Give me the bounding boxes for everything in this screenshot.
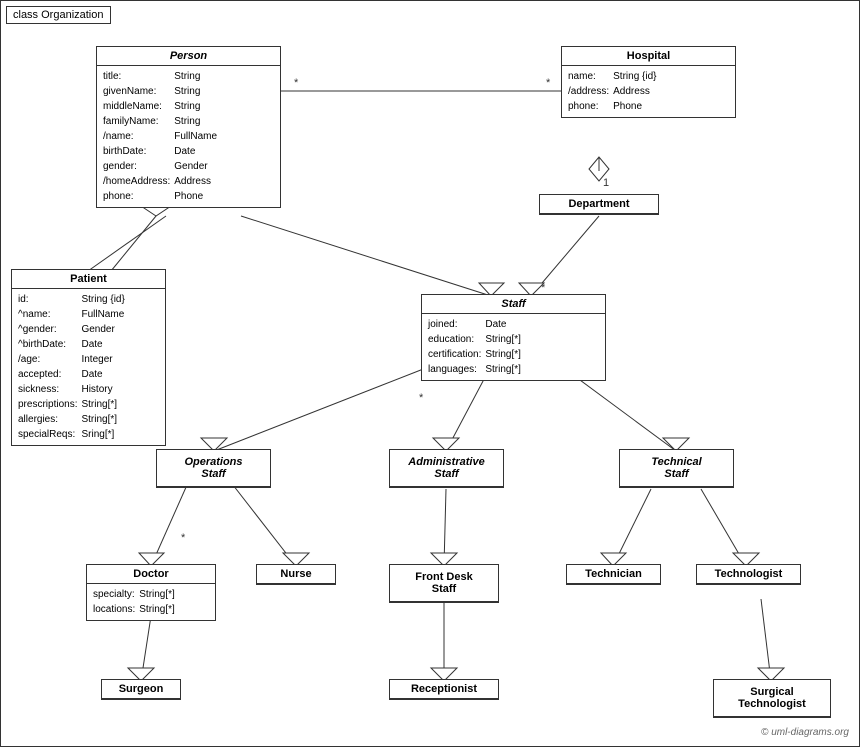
patient-attrs: id:String {id} ^name:FullName ^gender:Ge… <box>12 289 165 445</box>
administrative-staff-class: AdministrativeStaff <box>389 449 504 488</box>
technical-staff-class: TechnicalStaff <box>619 449 734 488</box>
operations-staff-title: OperationsStaff <box>157 450 270 487</box>
svg-text:*: * <box>546 77 551 89</box>
operations-staff-class: OperationsStaff <box>156 449 271 488</box>
svg-text:*: * <box>419 392 424 404</box>
staff-attrs: joined:Date education:String[*] certific… <box>422 314 605 380</box>
staff-class: Staff joined:Date education:String[*] ce… <box>421 294 606 381</box>
surgical-technologist-title: SurgicalTechnologist <box>714 680 830 717</box>
hospital-title: Hospital <box>562 47 735 66</box>
uml-diagram: class Organization <box>0 0 860 747</box>
patient-class: Patient id:String {id} ^name:FullName ^g… <box>11 269 166 446</box>
front-desk-staff-class: Front DeskStaff <box>389 564 499 603</box>
front-desk-staff-title: Front DeskStaff <box>390 565 498 602</box>
surgical-technologist-class: SurgicalTechnologist <box>713 679 831 718</box>
staff-title: Staff <box>422 295 605 314</box>
technical-staff-title: TechnicalStaff <box>620 450 733 487</box>
department-title: Department <box>540 195 658 214</box>
nurse-title: Nurse <box>257 565 335 584</box>
patient-title: Patient <box>12 270 165 289</box>
svg-text:*: * <box>294 77 299 89</box>
person-class: Person title:String givenName:String mid… <box>96 46 281 208</box>
surgeon-class: Surgeon <box>101 679 181 700</box>
person-title: Person <box>97 47 280 66</box>
svg-text:*: * <box>541 282 546 294</box>
technologist-class: Technologist <box>696 564 801 585</box>
receptionist-title: Receptionist <box>390 680 498 699</box>
department-class: Department <box>539 194 659 215</box>
nurse-class: Nurse <box>256 564 336 585</box>
hospital-class: Hospital name:String {id} /address:Addre… <box>561 46 736 118</box>
doctor-class: Doctor specialty:String[*] locations:Str… <box>86 564 216 621</box>
doctor-attrs: specialty:String[*] locations:String[*] <box>87 584 215 620</box>
hospital-attrs: name:String {id} /address:Address phone:… <box>562 66 735 117</box>
surgeon-title: Surgeon <box>102 680 180 699</box>
diagram-title: class Organization <box>6 6 111 24</box>
administrative-staff-title: AdministrativeStaff <box>390 450 503 487</box>
technician-title: Technician <box>567 565 660 584</box>
receptionist-class: Receptionist <box>389 679 499 700</box>
svg-text:*: * <box>181 532 186 544</box>
technician-class: Technician <box>566 564 661 585</box>
person-attrs: title:String givenName:String middleName… <box>97 66 280 207</box>
watermark: © uml-diagrams.org <box>761 727 849 738</box>
technologist-title: Technologist <box>697 565 800 584</box>
doctor-title: Doctor <box>87 565 215 584</box>
svg-text:1: 1 <box>603 177 609 189</box>
